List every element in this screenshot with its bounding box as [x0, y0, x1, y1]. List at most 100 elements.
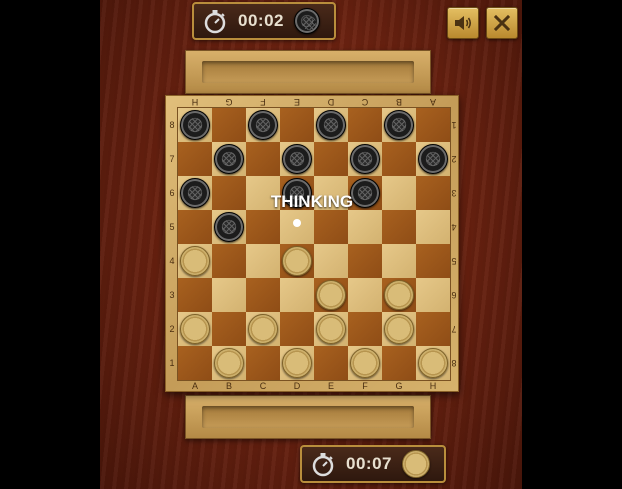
sound-toggle-button[interactable]	[447, 7, 479, 39]
square-h8[interactable]	[416, 108, 450, 142]
square-g2[interactable]	[382, 312, 416, 346]
white-checker-piece[interactable]	[384, 280, 414, 310]
rank-label-right: 6	[451, 290, 457, 300]
black-checker-piece[interactable]	[384, 110, 414, 140]
file-label-bottom: B	[225, 381, 232, 391]
white-checker-piece[interactable]	[350, 348, 380, 378]
square-f1[interactable]	[348, 346, 382, 380]
square-h7[interactable]	[416, 142, 450, 176]
file-label-top: C	[361, 97, 369, 107]
file-label-bottom: D	[293, 381, 301, 391]
rank-label-right: 5	[451, 256, 457, 266]
black-checker-piece[interactable]	[214, 144, 244, 174]
white-checker-piece[interactable]	[214, 348, 244, 378]
square-c2[interactable]	[246, 312, 280, 346]
white-checker-piece[interactable]	[180, 246, 210, 276]
square-a5[interactable]	[178, 210, 212, 244]
square-c7[interactable]	[246, 142, 280, 176]
square-e1[interactable]	[314, 346, 348, 380]
file-label-top: G	[225, 97, 233, 107]
black-checker-piece[interactable]	[350, 144, 380, 174]
white-checker-piece[interactable]	[180, 314, 210, 344]
white-checker-piece[interactable]	[282, 348, 312, 378]
rank-label-left: 5	[169, 222, 175, 232]
square-d8[interactable]	[280, 108, 314, 142]
square-h6[interactable]	[416, 176, 450, 210]
square-b3[interactable]	[212, 278, 246, 312]
square-d2[interactable]	[280, 312, 314, 346]
square-a4[interactable]	[178, 244, 212, 278]
square-c5[interactable]	[246, 210, 280, 244]
square-g6[interactable]	[382, 176, 416, 210]
square-c3[interactable]	[246, 278, 280, 312]
file-label-top: H	[191, 97, 199, 107]
square-b5[interactable]	[212, 210, 246, 244]
square-c8[interactable]	[246, 108, 280, 142]
square-a6[interactable]	[178, 176, 212, 210]
square-h3[interactable]	[416, 278, 450, 312]
square-c4[interactable]	[246, 244, 280, 278]
square-f8[interactable]	[348, 108, 382, 142]
square-a2[interactable]	[178, 312, 212, 346]
square-a8[interactable]	[178, 108, 212, 142]
square-e2[interactable]	[314, 312, 348, 346]
square-g5[interactable]	[382, 210, 416, 244]
white-checker-piece[interactable]	[316, 280, 346, 310]
square-e8[interactable]	[314, 108, 348, 142]
black-checker-piece[interactable]	[418, 144, 448, 174]
opponent-timer-value: 00:02	[238, 11, 284, 30]
square-b7[interactable]	[212, 142, 246, 176]
white-checker-piece[interactable]	[418, 348, 448, 378]
square-g8[interactable]	[382, 108, 416, 142]
square-e7[interactable]	[314, 142, 348, 176]
square-h1[interactable]	[416, 346, 450, 380]
white-checker-piece[interactable]	[316, 314, 346, 344]
black-checker-piece[interactable]	[316, 110, 346, 140]
black-checker-piece[interactable]	[282, 144, 312, 174]
black-checker-piece[interactable]	[214, 212, 244, 242]
square-b1[interactable]	[212, 346, 246, 380]
square-f7[interactable]	[348, 142, 382, 176]
square-a7[interactable]	[178, 142, 212, 176]
square-d1[interactable]	[280, 346, 314, 380]
square-d5[interactable]	[280, 210, 314, 244]
square-g4[interactable]	[382, 244, 416, 278]
black-checker-piece[interactable]	[180, 178, 210, 208]
square-e5[interactable]	[314, 210, 348, 244]
square-b8[interactable]	[212, 108, 246, 142]
square-f2[interactable]	[348, 312, 382, 346]
white-checker-piece[interactable]	[384, 314, 414, 344]
square-d3[interactable]	[280, 278, 314, 312]
square-e3[interactable]	[314, 278, 348, 312]
captured-tray-bottom	[185, 395, 431, 439]
square-g7[interactable]	[382, 142, 416, 176]
square-f4[interactable]	[348, 244, 382, 278]
square-a3[interactable]	[178, 278, 212, 312]
white-checker-piece[interactable]	[282, 246, 312, 276]
square-b2[interactable]	[212, 312, 246, 346]
rank-label-left: 2	[169, 324, 175, 334]
square-b6[interactable]	[212, 176, 246, 210]
square-f3[interactable]	[348, 278, 382, 312]
opponent-piece-icon	[293, 8, 320, 34]
close-button[interactable]	[486, 7, 518, 39]
checkers-board: A B C D E F G H H G F E D C B A 8 8 7 7 6 6 5 5 4 4 3 3 2 2 1 1	[165, 95, 459, 392]
square-c1[interactable]	[246, 346, 280, 380]
black-checker-piece[interactable]	[248, 110, 278, 140]
square-b4[interactable]	[212, 244, 246, 278]
player-timer: 00:07	[300, 445, 446, 483]
square-d4[interactable]	[280, 244, 314, 278]
square-a1[interactable]	[178, 346, 212, 380]
square-f5[interactable]	[348, 210, 382, 244]
square-d7[interactable]	[280, 142, 314, 176]
white-checker-piece[interactable]	[248, 314, 278, 344]
square-e4[interactable]	[314, 244, 348, 278]
stopwatch-icon	[312, 453, 334, 477]
square-h5[interactable]	[416, 210, 450, 244]
square-h2[interactable]	[416, 312, 450, 346]
close-x-icon	[494, 15, 510, 31]
square-g1[interactable]	[382, 346, 416, 380]
square-h4[interactable]	[416, 244, 450, 278]
square-g3[interactable]	[382, 278, 416, 312]
black-checker-piece[interactable]	[180, 110, 210, 140]
